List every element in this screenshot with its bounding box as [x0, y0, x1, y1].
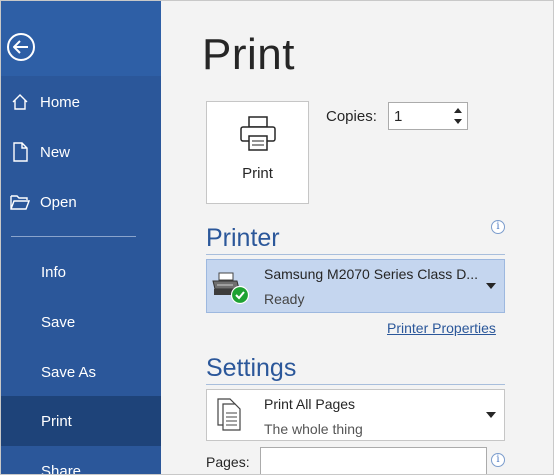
sidebar-item-label: Home: [40, 93, 81, 111]
chevron-down-icon: [486, 283, 496, 289]
print-range-selected: Print All Pages: [264, 396, 356, 412]
print-range-dropdown[interactable]: Print All Pages The whole thing: [206, 389, 505, 441]
settings-heading: Settings: [206, 354, 297, 382]
pages-label: Pages:: [206, 454, 250, 470]
settings-heading-rule: [206, 384, 505, 385]
sidebar-item-open[interactable]: Open: [0, 177, 161, 227]
copies-stepper[interactable]: 1: [388, 102, 468, 130]
sidebar-item-label: Print: [41, 412, 72, 430]
sidebar-divider: [11, 236, 136, 237]
sidebar-item-label: Share: [41, 463, 82, 475]
backstage-sidebar: Home New Open Info Save Save As Print Sh…: [0, 0, 161, 475]
new-document-icon: [0, 142, 40, 162]
sidebar-item-label: Info: [41, 263, 67, 281]
printer-heading-rule: [206, 254, 505, 255]
printer-properties-link[interactable]: Printer Properties: [387, 320, 496, 336]
sidebar-item-label: Save As: [41, 363, 97, 381]
sidebar-item-share[interactable]: Share: [0, 446, 161, 475]
printer-heading: Printer: [206, 224, 280, 252]
sidebar-item-save-as[interactable]: Save As: [0, 347, 161, 397]
sidebar-item-info[interactable]: Info: [0, 247, 161, 297]
increment-arrow-icon[interactable]: [454, 108, 462, 113]
sidebar-item-save[interactable]: Save: [0, 297, 161, 347]
pages-input[interactable]: [260, 447, 487, 475]
sidebar-item-home[interactable]: Home: [0, 77, 161, 127]
sidebar-item-label: New: [40, 143, 71, 161]
back-arrow-icon: [13, 40, 28, 54]
print-button-label: Print: [242, 165, 273, 182]
sidebar-item-print[interactable]: Print: [0, 396, 161, 446]
printer-name: Samsung M2070 Series Class D...: [264, 266, 478, 282]
back-button[interactable]: [7, 33, 35, 61]
print-range-description: The whole thing: [264, 421, 363, 437]
sidebar-item-label: Save: [41, 313, 76, 331]
printer-ready-icon: [211, 271, 251, 310]
home-icon: [0, 93, 40, 111]
print-button[interactable]: Print: [206, 101, 309, 204]
printer-icon: [239, 116, 277, 157]
pages-info-icon[interactable]: i: [491, 453, 505, 467]
copies-label: Copies:: [326, 108, 377, 125]
printer-dropdown[interactable]: Samsung M2070 Series Class D... Ready: [206, 259, 505, 313]
printer-status: Ready: [264, 291, 305, 307]
chevron-down-icon: [486, 412, 496, 418]
sidebar-item-label: Open: [40, 193, 77, 211]
printer-info-icon[interactable]: i: [491, 220, 505, 234]
pages-icon: [216, 397, 244, 438]
sidebar-item-new[interactable]: New: [0, 127, 161, 177]
copies-value: 1: [394, 108, 403, 125]
decrement-arrow-icon[interactable]: [454, 119, 462, 124]
page-title: Print: [202, 30, 295, 79]
open-folder-icon: [0, 194, 40, 210]
